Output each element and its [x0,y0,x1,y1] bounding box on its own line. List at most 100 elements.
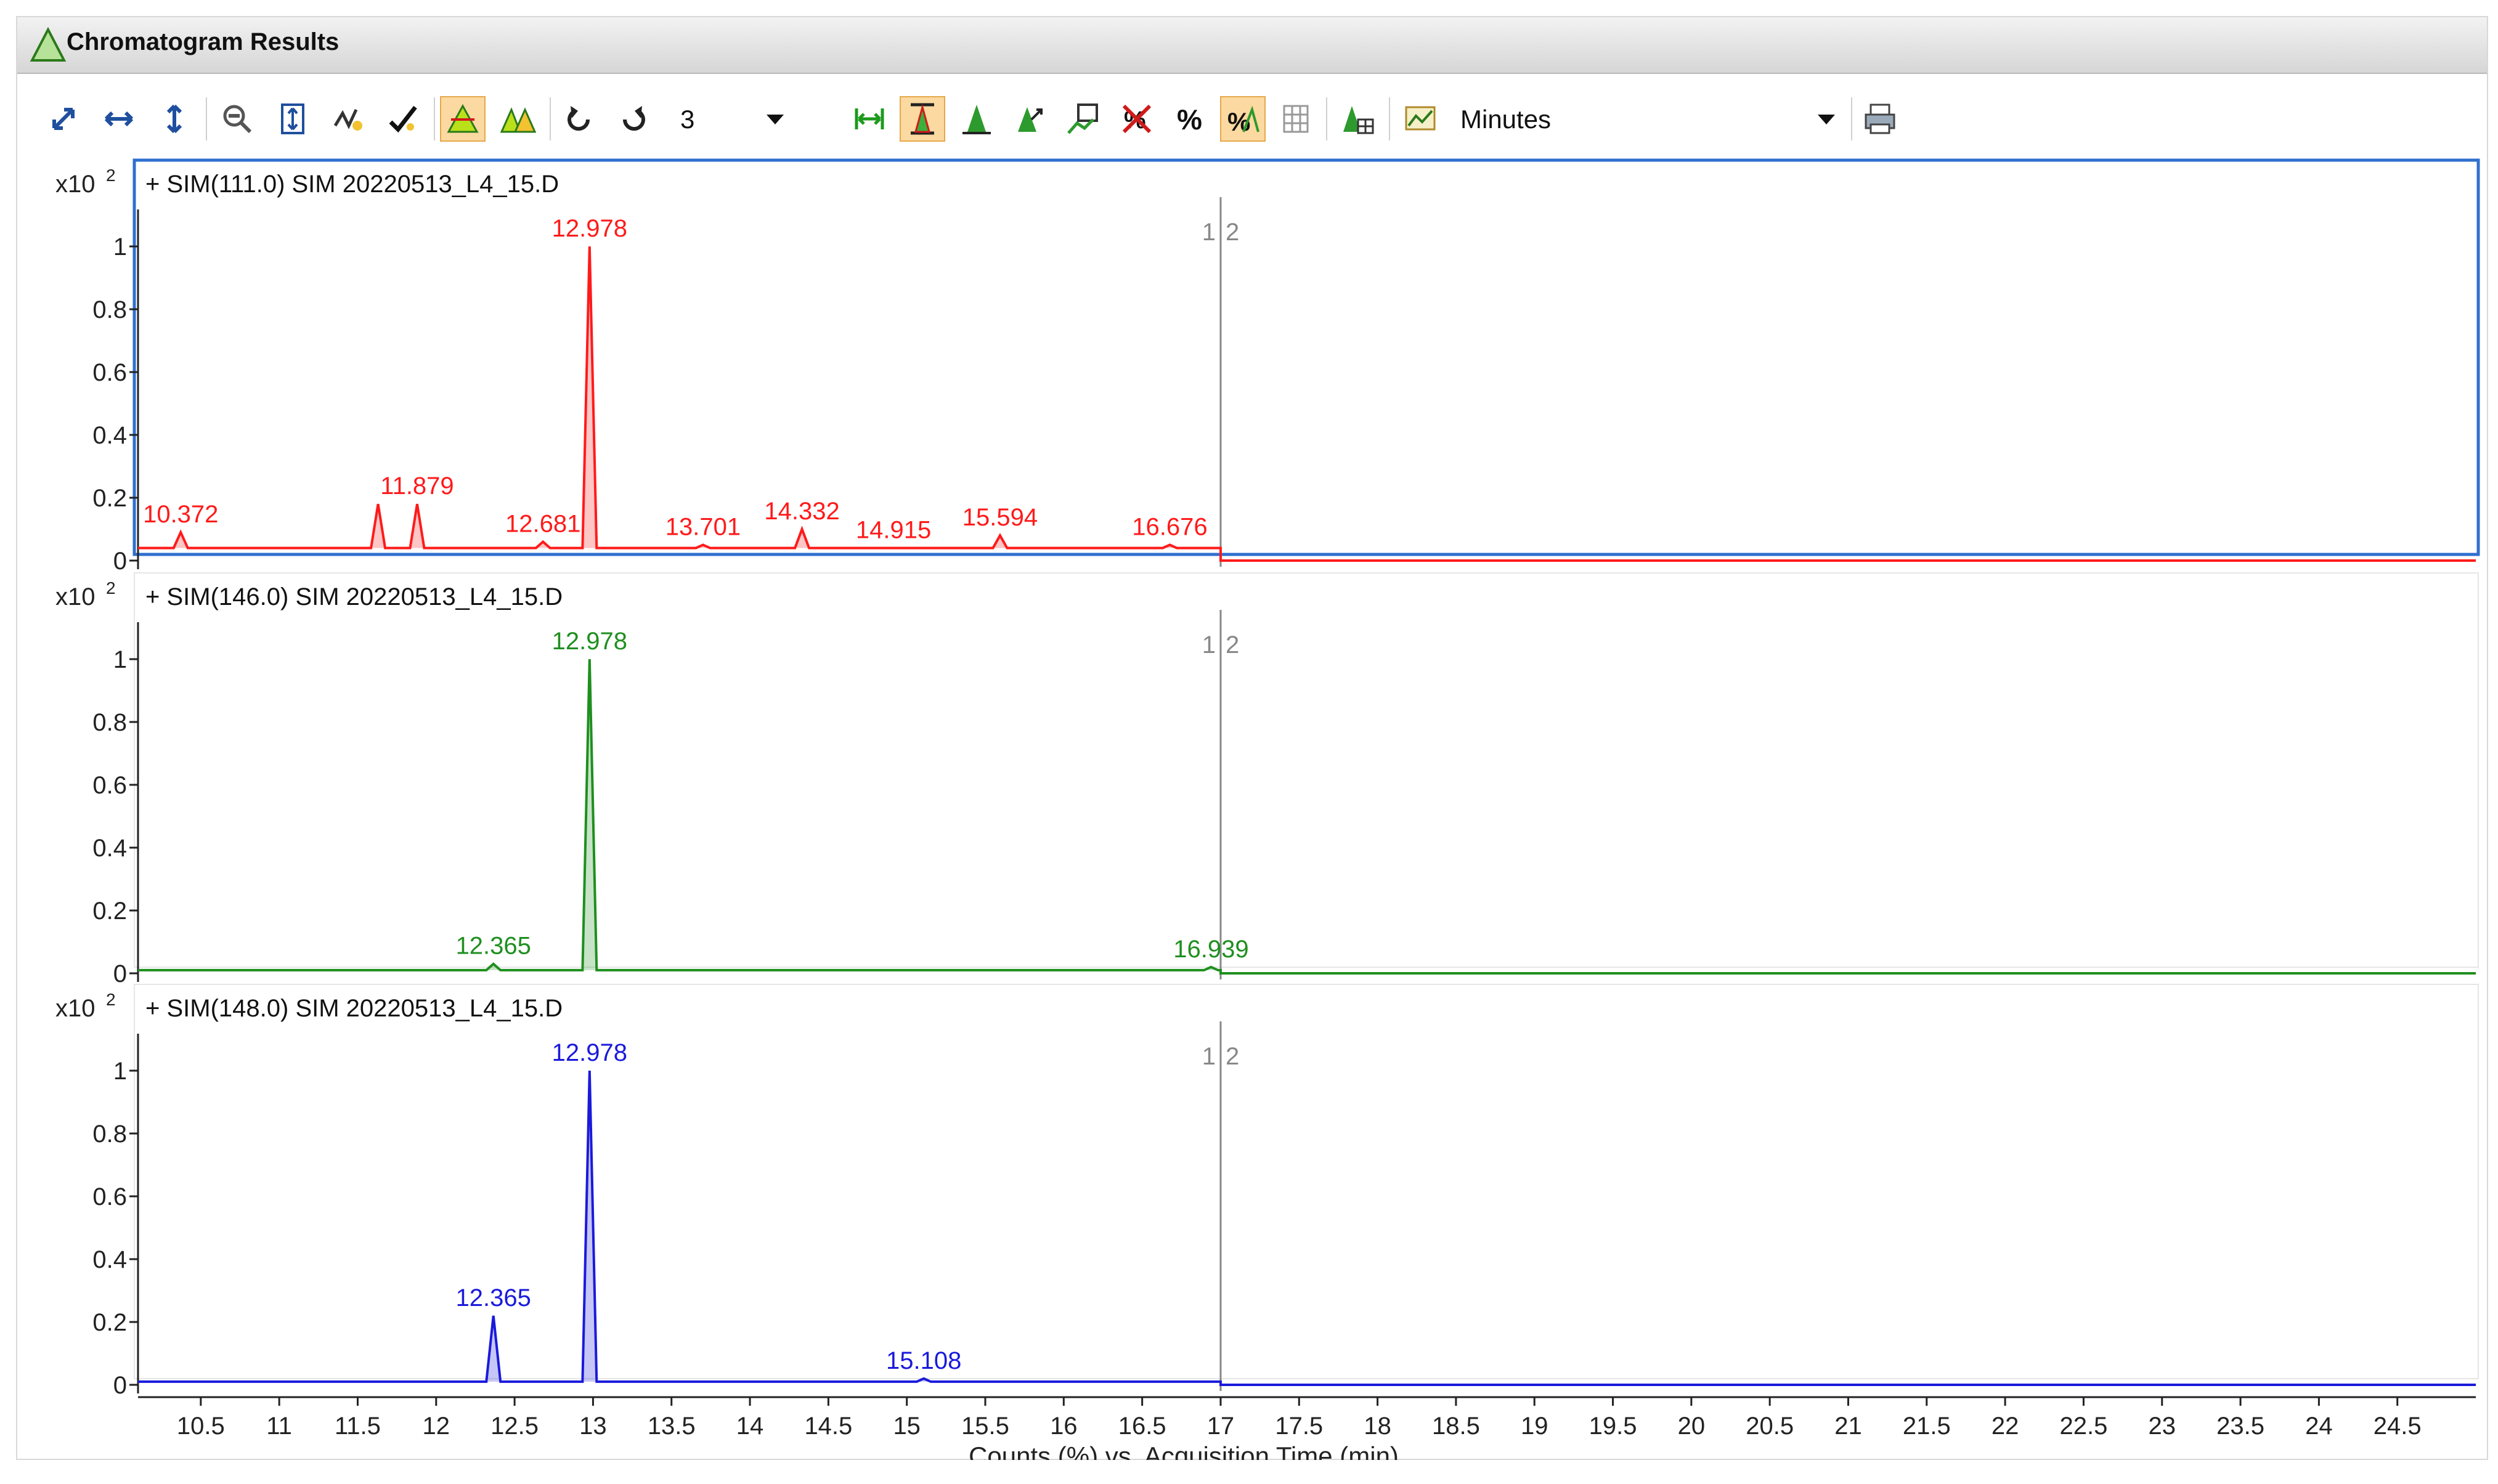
time-units-dropdown[interactable]: Minutes [1450,97,1845,140]
peak-label: 11.879 [380,472,454,500]
zoom-out-icon[interactable] [214,96,260,142]
peak-label: 12.978 [552,628,627,655]
y-tick-label: 0 [113,548,127,575]
y-tick-label: 0.2 [92,898,127,925]
x-tick-label: 23 [2148,1413,2176,1440]
segment-label-2: 2 [1226,631,1239,659]
count-value: 3 [680,105,695,134]
x-tick-label: 22 [1991,1413,2019,1440]
toolbar-separator [1389,97,1390,140]
segment-label-2: 2 [1226,1043,1239,1070]
peak-label: 10.372 [143,501,218,528]
peak-label: 16.676 [1132,514,1207,541]
peak-table-icon[interactable] [1335,96,1380,142]
svg-text:%: % [1177,103,1202,136]
link-y-icon[interactable] [900,96,945,142]
print-icon[interactable] [1857,96,1903,142]
y-tick-label: 0.2 [92,485,127,512]
x-tick-label: 17.5 [1275,1413,1323,1440]
peak-label-icon[interactable] [440,96,486,142]
integrate-icon[interactable] [380,96,425,142]
percent-icon[interactable]: % [1168,96,1214,142]
scale-label: x10 [55,995,96,1022]
fit-y-icon[interactable] [270,96,315,142]
redo-icon[interactable] [611,96,657,142]
normalize-icon[interactable]: % [1220,96,1266,142]
x-tick-label: 18.5 [1432,1413,1480,1440]
window-titlebar: Chromatogram Results [17,17,2487,74]
panel-title: + SIM(146.0) SIM 20220513_L4_15.D [145,583,563,610]
x-tick-label: 13 [579,1413,607,1440]
peak-icon[interactable] [954,96,999,142]
y-tick-label: 0 [113,960,127,987]
x-tick-label: 14 [736,1413,764,1440]
x-tick-label: 12 [423,1413,450,1440]
chromatogram-plots: x10 2 + SIM(111.0) SIM 20220513_L4_15.D 0 0.… [55,158,2480,1460]
segment-label-2: 2 [1226,219,1239,246]
peak-label: 16.939 [1173,936,1248,963]
chromatogram-panel[interactable] [134,984,2479,1379]
peak-label: 15.108 [886,1347,961,1374]
panel-title: + SIM(111.0) SIM 20220513_L4_15.D [145,171,559,198]
x-tick-label: 13.5 [648,1413,696,1440]
export-icon[interactable] [1060,96,1105,142]
grid-icon[interactable] [1273,96,1319,142]
clear-percent-icon[interactable]: % [1114,96,1160,142]
scale-exponent: 2 [106,578,116,598]
x-tick-label: 21 [1834,1413,1862,1440]
toolbar-separator [1851,97,1852,140]
time-units-value: Minutes [1460,105,1552,134]
x-tick-label: 11.5 [335,1413,381,1440]
x-tick-label: 19.5 [1589,1413,1637,1440]
x-tick-label: 16.5 [1118,1413,1166,1440]
x-tick-label: 10.5 [177,1413,225,1440]
chromatogram-panel[interactable] [134,572,2479,968]
y-tick-label: 1 [113,1058,127,1085]
y-tick-label: 0.6 [92,359,127,386]
x-tick-label: 16 [1050,1413,1078,1440]
x-tick-label: 12.5 [490,1413,539,1440]
y-tick-label: 1 [113,233,127,261]
autoscale-x-icon[interactable] [96,96,142,142]
autoscale-y-icon[interactable] [152,96,197,142]
x-tick-label: 22.5 [2059,1413,2107,1440]
peak-label: 14.915 [856,517,931,544]
units-icon[interactable] [1397,96,1443,142]
chromatogram-plot-area: x10 2 + SIM(111.0) SIM 20220513_L4_15.D 0 0.… [17,154,2487,1461]
peak-label: 12.365 [456,1284,531,1312]
chromatogram-panel[interactable] [132,158,2480,556]
undo-icon[interactable] [556,96,601,142]
y-tick-label: 0.8 [92,296,127,323]
scale-exponent: 2 [106,990,116,1009]
y-tick-label: 0.6 [92,772,127,799]
segment-label-1: 1 [1202,631,1216,659]
segment-label-1: 1 [1202,1043,1216,1070]
peak-walk-icon[interactable] [1007,96,1052,142]
toolbar-separator [434,97,435,140]
scale-exponent: 2 [106,166,116,185]
x-tick-label: 17 [1207,1413,1235,1440]
count-combobox[interactable]: 3 [670,97,794,140]
x-tick-label: 20 [1678,1413,1706,1440]
peak-overlay-icon[interactable] [495,96,541,142]
scale-label: x10 [55,171,96,198]
x-tick-label: 14.5 [804,1413,852,1440]
x-tick-label: 24.5 [2374,1413,2422,1440]
x-axis-label: Counts (%) vs. Acquisition Time (min) [969,1441,1399,1460]
toolbar: 3 % % % Minutes [17,74,2487,154]
y-tick-label: 0.4 [92,422,127,449]
x-tick-label: 15 [893,1413,921,1440]
toolbar-separator [206,97,207,140]
toolbar-separator [550,97,551,140]
peak-label: 13.701 [665,514,741,541]
x-tick-label: 11 [266,1413,292,1440]
y-tick-label: 0.4 [92,1246,127,1273]
scale-label: x10 [55,583,96,610]
anchor-icon[interactable] [325,96,371,142]
link-x-icon[interactable] [847,96,892,142]
autoscale-xy-icon[interactable] [41,96,86,142]
chevron-down-icon[interactable] [1818,115,1835,124]
chevron-down-icon[interactable] [767,115,784,124]
window-title: Chromatogram Results [67,28,340,55]
peak-label: 12.681 [505,510,580,537]
